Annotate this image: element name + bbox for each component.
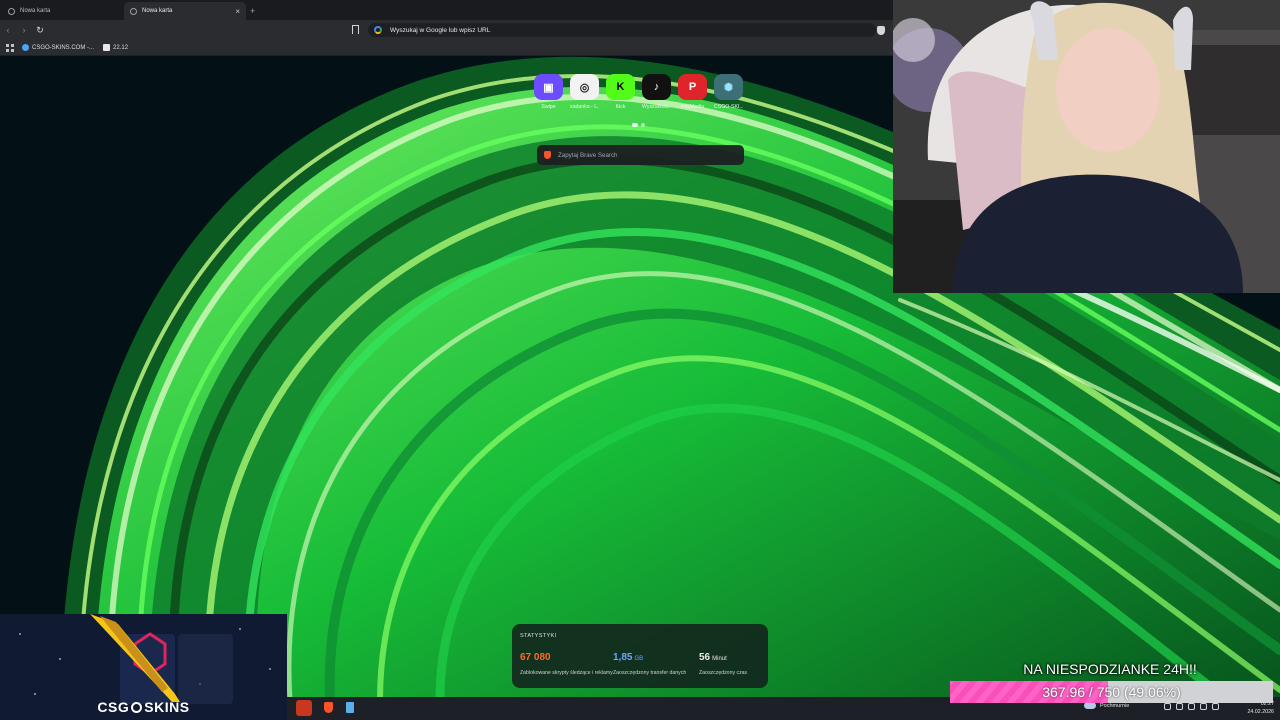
webcam-feed (893, 0, 1280, 293)
stat-bandwidth: 1,85 GB Zaoszczędzony transfer danych (613, 647, 699, 677)
bookmark-csgo-skins[interactable]: CSGO-SKINS.COM -... (22, 44, 94, 51)
zadanka-icon: ◎ (579, 81, 590, 94)
csgo-skins-favicon-icon (22, 44, 29, 51)
stat-value: 56 (699, 652, 711, 663)
cloud-icon (1084, 702, 1096, 709)
goal-progress-text: 367.96 / 750 (49.06%) (1042, 684, 1181, 700)
kick-icon: K (616, 81, 625, 93)
speed-dial-label: Swipe (541, 104, 556, 110)
stat-unit: GB (634, 656, 644, 662)
tab-new-tab-1[interactable]: Nowa karta (2, 2, 124, 20)
speed-dial-label: Wyszukiwa... (642, 104, 671, 110)
microphone-icon[interactable] (1188, 703, 1195, 710)
speed-dial-label: Kick (615, 104, 626, 110)
new-tab-button[interactable]: + (250, 2, 255, 20)
taskbar-notepad-icon[interactable] (342, 700, 358, 716)
stats-title: STATYSTYKI (520, 633, 557, 639)
bookmark-22-12[interactable]: 22.12 (103, 44, 128, 51)
speed-dial-zadanka[interactable]: ◎ zadanka - L... (570, 74, 599, 110)
speed-dial-tiktok[interactable]: ♪ Wyszukiwa... (642, 74, 671, 110)
logo-text-left: CSG (97, 699, 130, 715)
speed-dial-paymedia[interactable]: P PayMedia (678, 74, 707, 110)
speed-dial-label: PayMedia (680, 104, 705, 110)
back-icon[interactable]: ‹ (0, 25, 16, 35)
chevron-up-icon[interactable] (1164, 703, 1171, 710)
tab-strip: Nowa karta Nowa karta × + (0, 0, 893, 20)
battery-icon[interactable] (1212, 703, 1219, 710)
forward-icon[interactable]: › (16, 25, 32, 35)
stat-desc: Zaoszczędzony czas (699, 670, 748, 676)
google-icon (374, 26, 382, 34)
address-placeholder: Wyszukaj w Google lub wpisz URL (390, 26, 491, 34)
speed-dial-icon: P (678, 74, 707, 100)
system-tray (1164, 703, 1219, 710)
taskbar-obs-icon[interactable] (296, 700, 312, 716)
logo-text-right: SKINS (144, 699, 190, 715)
bookmark-label: CSGO-SKINS.COM -... (32, 44, 95, 51)
shield-icon (8, 7, 15, 15)
page-favicon-icon (103, 44, 111, 51)
csgo-skins-icon: ✺ (723, 81, 734, 94)
weather-widget[interactable]: Pochmurnie (1084, 702, 1129, 709)
speed-dial-label: zadanka - L... (570, 104, 599, 110)
tab-new-tab-2[interactable]: Nowa karta × (124, 2, 246, 20)
browser-toolbar: ‹ › ↻ Wyszukaj w Google lub wpisz URL (0, 20, 893, 40)
stat-value: 1,85 (613, 652, 633, 663)
goal-title: NA NIESPODZIANKE 24H!! (1023, 661, 1197, 677)
speed-dial-csgo-skins[interactable]: ✺ CSGO-SKI... (714, 74, 743, 110)
speed-dial-icon: K (606, 74, 635, 100)
weather-label: Pochmurnie (1100, 703, 1130, 709)
address-bar[interactable]: Wyszukaj w Google lub wpisz URL (368, 23, 876, 37)
taskbar-brave-icon[interactable] (320, 700, 336, 716)
network-icon[interactable] (1176, 703, 1183, 710)
speed-dial-icon: ◎ (570, 74, 599, 100)
stat-trackers: 67 080 Zablokowane skrypty śledzące i re… (520, 647, 613, 677)
speed-dials: ▣ Swipe ◎ zadanka - L... K Kick ♪ Wyszuk… (534, 74, 743, 110)
search-placeholder: Zapytaj Brave Search (558, 151, 618, 159)
tab-label: Nowa karta (20, 8, 51, 14)
swipe-icon: ▣ (543, 81, 554, 94)
paymedia-icon: P (688, 81, 697, 93)
bookmarks-bar: CSGO-SKINS.COM -... 22.12 (0, 40, 893, 56)
clock-date: 24.02.2026 (1247, 709, 1274, 715)
tiktok-icon: ♪ (653, 81, 660, 93)
stat-time: 56 Minut Zaoszczędzony czas (699, 647, 759, 677)
goal-progress-bar: 367.96 / 750 (49.06%) (950, 681, 1273, 703)
brave-shields-icon[interactable] (877, 26, 885, 35)
speaker-icon[interactable] (1200, 703, 1207, 710)
speed-dial-kick[interactable]: K Kick (606, 74, 635, 110)
speed-dial-icon: ♪ (642, 74, 671, 100)
gear-icon (131, 701, 143, 713)
stat-value: 67 080 (520, 652, 551, 663)
shield-icon (130, 7, 137, 15)
stats-widget: STATYSTYKI 67 080 Zablokowane skrypty śl… (512, 624, 768, 688)
speed-dial-icon: ▣ (534, 74, 563, 100)
brave-lion-icon (544, 151, 551, 159)
stat-desc: Zaoszczędzony transfer danych (613, 670, 687, 676)
reload-icon[interactable]: ↻ (32, 25, 48, 36)
page-dots[interactable] (632, 123, 645, 127)
stream-screen: { "browser": { "tabs": [ {"label": "Nowa… (0, 0, 1280, 720)
speed-dial-swipe[interactable]: ▣ Swipe (534, 74, 563, 110)
stat-unit: Minut (712, 656, 727, 662)
speed-dial-icon: ✺ (714, 74, 743, 100)
tab-label: Nowa karta (142, 8, 173, 14)
csgo-skins-logo: CSG SKINS (0, 699, 287, 715)
bookmark-label: 22.12 (113, 44, 129, 51)
apps-grid-icon[interactable] (6, 43, 14, 52)
close-icon[interactable]: × (235, 7, 240, 16)
stat-desc: Zablokowane skrypty śledzące i reklamy (520, 670, 613, 676)
speed-dial-label: CSGO-SKI... (714, 104, 743, 110)
brave-search-box[interactable]: Zapytaj Brave Search (537, 145, 744, 165)
bookmark-icon[interactable] (352, 25, 359, 34)
